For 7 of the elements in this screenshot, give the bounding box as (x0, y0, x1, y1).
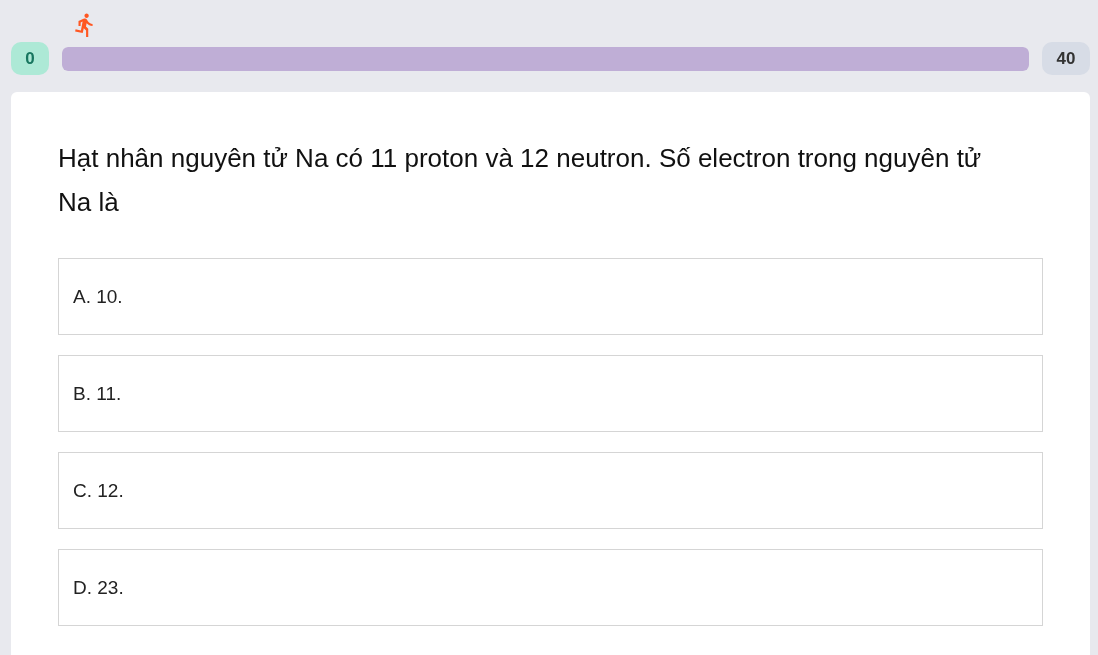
answer-option[interactable]: A. 10. (58, 258, 1043, 335)
answer-option[interactable]: C. 12. (58, 452, 1043, 529)
question-text: Hạt nhân nguyên tử Na có 11 proton và 12 neutron. Số electron trong nguyên tử Na là (58, 142, 983, 219)
answer-option[interactable]: B. 11. (58, 355, 1043, 432)
score-badge: 0 (11, 42, 49, 75)
total-badge: 40 (1042, 42, 1090, 75)
answer-option[interactable]: D. 23. (58, 549, 1043, 626)
